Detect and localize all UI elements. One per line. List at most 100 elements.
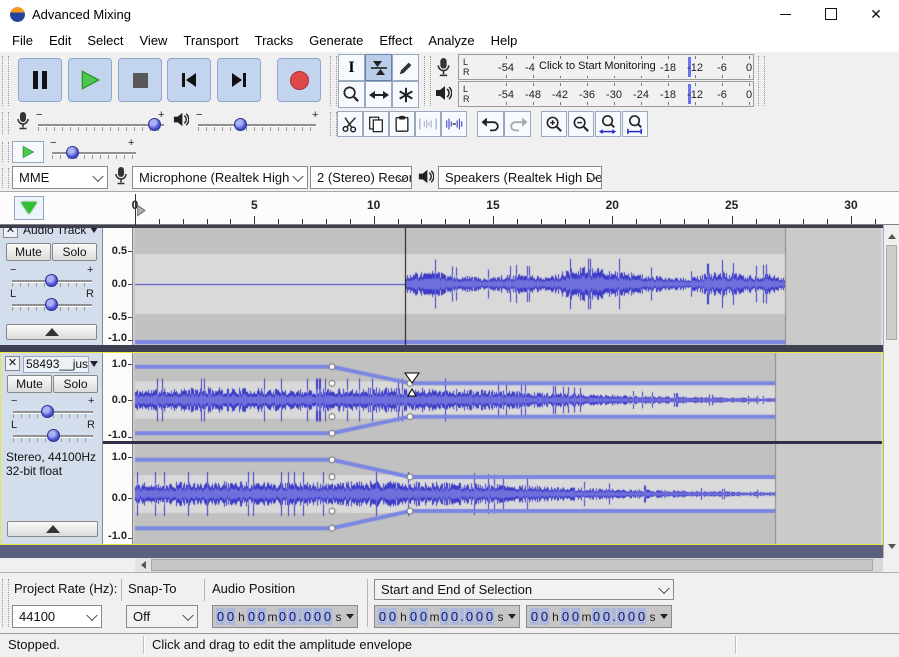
selection-start-field[interactable]: 00h00m00.000s <box>374 605 520 628</box>
horizontal-scroll-thumb[interactable] <box>151 559 873 571</box>
time-digit[interactable]: 0 <box>409 608 418 625</box>
time-digit[interactable]: 0 <box>216 608 225 625</box>
time-field-arrow-icon[interactable] <box>660 614 668 623</box>
time-digit[interactable]: 0 <box>257 608 266 625</box>
fit-project-button[interactable] <box>622 111 648 137</box>
horizontal-scrollbar[interactable] <box>0 558 899 572</box>
skip-to-start-button[interactable] <box>167 58 211 102</box>
audio-host-select[interactable]: MME <box>12 166 108 189</box>
copy-button[interactable] <box>363 111 389 137</box>
pause-button[interactable] <box>18 58 62 102</box>
tools-toolbar-grip[interactable] <box>330 56 337 106</box>
mixer-toolbar-grip[interactable] <box>2 112 9 134</box>
time-digit[interactable]: 0 <box>592 608 601 625</box>
track-2-left-channel-ruler[interactable]: 1.0 0.0 -1.0 <box>103 353 133 441</box>
track-1-title[interactable]: Audio Track <box>23 228 86 237</box>
play-at-speed-grip[interactable] <box>2 142 9 162</box>
track-2-mute-button[interactable]: Mute <box>7 375 52 393</box>
recording-volume-thumb[interactable] <box>148 118 161 131</box>
scroll-down-button[interactable] <box>885 539 899 554</box>
track-2-right-channel-ruler[interactable]: 1.0 0.0 -1.0 <box>103 444 133 544</box>
track-2-gain-thumb[interactable] <box>41 405 54 418</box>
monitoring-overlay[interactable]: Click to Start Monitoring <box>535 59 660 76</box>
time-digit[interactable]: 0 <box>475 608 484 625</box>
selection-tool-button[interactable]: I <box>338 54 365 81</box>
audio-position-field[interactable]: 00h00m00.000s <box>212 605 358 628</box>
time-digit[interactable]: h <box>398 610 409 624</box>
time-digit[interactable]: 0 <box>226 608 235 625</box>
time-digit[interactable]: h <box>236 610 247 624</box>
menu-analyze[interactable]: Analyze <box>420 30 482 51</box>
menu-help[interactable]: Help <box>483 30 526 51</box>
track-2-solo-button[interactable]: Solo <box>53 375 98 393</box>
time-digit[interactable]: 0 <box>465 608 474 625</box>
dock-grip[interactable] <box>758 56 765 106</box>
time-digit[interactable]: 0 <box>485 608 494 625</box>
time-digit[interactable]: 0 <box>530 608 539 625</box>
recording-volume-slider[interactable] <box>38 124 164 126</box>
time-digit[interactable]: 0 <box>323 608 332 625</box>
zoom-in-button[interactable] <box>541 111 567 137</box>
menu-tracks[interactable]: Tracks <box>247 30 302 51</box>
silence-audio-button[interactable] <box>441 111 467 137</box>
scroll-up-button[interactable] <box>885 229 899 244</box>
track-1-solo-button[interactable]: Solo <box>52 243 97 261</box>
zoom-tool-button[interactable] <box>338 81 365 108</box>
play-speed-slider[interactable] <box>52 152 136 154</box>
playback-volume-thumb[interactable] <box>234 118 247 131</box>
menu-generate[interactable]: Generate <box>301 30 371 51</box>
time-field-arrow-icon[interactable] <box>508 614 516 623</box>
transport-toolbar-grip[interactable] <box>2 56 9 106</box>
time-digit[interactable]: . <box>460 608 464 625</box>
redo-button[interactable] <box>504 111 531 137</box>
play-at-speed-button[interactable] <box>12 141 44 163</box>
track-2-control-panel[interactable]: ✕ 58493__juskt Mute Solo − + L R Stereo,… <box>1 353 103 544</box>
play-meter-speaker-icon[interactable] <box>434 84 452 102</box>
menu-effect[interactable]: Effect <box>371 30 420 51</box>
cut-button[interactable] <box>337 111 363 137</box>
stop-button[interactable] <box>118 58 162 102</box>
time-digit[interactable]: 0 <box>540 608 549 625</box>
time-digit[interactable]: 0 <box>561 608 570 625</box>
maximize-button[interactable] <box>808 0 854 28</box>
vertical-scroll-thumb[interactable] <box>886 245 897 340</box>
play-region-pin-icon[interactable] <box>137 205 146 217</box>
recording-device-select[interactable]: Microphone (Realtek High <box>132 166 308 189</box>
track-1-menu-arrow-icon[interactable] <box>90 228 98 233</box>
time-digit[interactable]: 0 <box>602 608 611 625</box>
recording-channels-select[interactable]: 2 (Stereo) Recor <box>310 166 412 189</box>
selection-toolbar-grip[interactable] <box>2 579 9 627</box>
track-2-collapse-button[interactable] <box>7 521 98 537</box>
selection-mode-select[interactable]: Start and End of Selection <box>374 579 674 600</box>
track-1-collapse-button[interactable] <box>6 324 97 340</box>
track-2-menu-arrow-icon[interactable] <box>90 361 98 367</box>
time-digit[interactable]: 0 <box>378 608 387 625</box>
timeline-ruler[interactable]: 051015202530 <box>0 192 899 225</box>
zoom-out-button[interactable] <box>568 111 594 137</box>
time-digit[interactable]: 0 <box>419 608 428 625</box>
paste-button[interactable] <box>389 111 415 137</box>
close-button[interactable]: ✕ <box>853 0 899 28</box>
record-button[interactable] <box>277 58 321 102</box>
time-digit[interactable]: . <box>612 608 616 625</box>
selection-end-field[interactable]: 00h00m00.000s <box>526 605 672 628</box>
time-digit[interactable]: 0 <box>450 608 459 625</box>
menu-file[interactable]: File <box>4 30 41 51</box>
time-digit[interactable]: s <box>647 610 658 624</box>
time-digit[interactable]: 0 <box>440 608 449 625</box>
play-button[interactable] <box>68 58 112 102</box>
play-speed-thumb[interactable] <box>66 146 79 159</box>
playback-device-select[interactable]: Speakers (Realtek High Def <box>438 166 602 189</box>
track-1-gain-thumb[interactable] <box>45 274 58 287</box>
playback-volume-slider[interactable] <box>198 124 316 126</box>
time-digit[interactable]: 0 <box>303 608 312 625</box>
record-meter-mic-icon[interactable] <box>436 57 451 78</box>
time-digit[interactable]: 0 <box>617 608 626 625</box>
track-1-vertical-ruler[interactable]: 0.5 0.0 -0.5 -1.0 <box>103 228 133 345</box>
time-digit[interactable]: s <box>333 610 344 624</box>
time-digit[interactable]: m <box>267 610 278 624</box>
time-digit[interactable]: 0 <box>247 608 256 625</box>
edit-toolbar-grip[interactable] <box>330 112 337 136</box>
track-1-close-button[interactable]: ✕ <box>3 228 18 238</box>
track-2-title[interactable]: 58493__juskt <box>26 357 89 371</box>
